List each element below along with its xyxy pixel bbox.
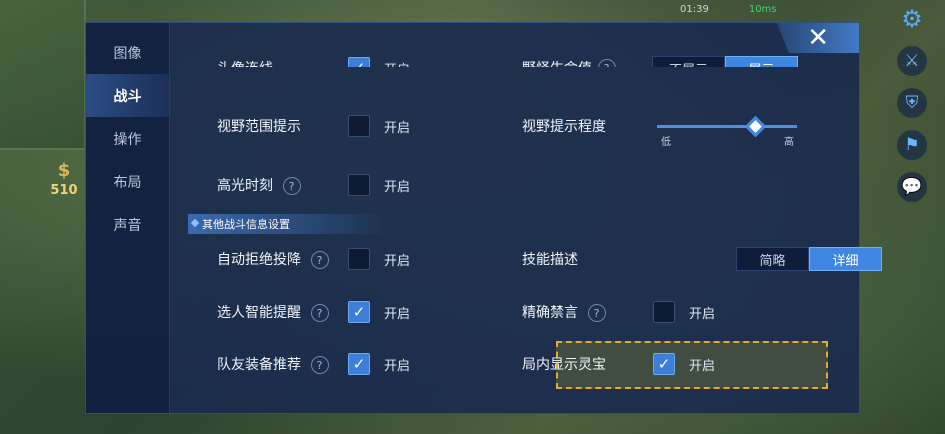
clock-time: 01:39 (680, 3, 709, 15)
gear-icon[interactable]: ⚙ (897, 4, 927, 34)
setting-vision-hint: 视野范围提示 开启 (217, 111, 410, 141)
vision-level-slider-thumb[interactable] (744, 115, 766, 138)
sword-icon[interactable]: ⚔ (897, 46, 927, 76)
slider-min-label: 低 (661, 137, 671, 148)
auto-reject-checkbox[interactable] (348, 248, 370, 270)
minimap[interactable] (0, 0, 86, 150)
precise-mute-checkbox[interactable] (653, 301, 675, 323)
setting-label: 高光时刻 ? (217, 173, 348, 199)
setting-label: 选人智能提醒 ? (217, 300, 348, 326)
help-icon[interactable]: ? (307, 352, 334, 378)
status-bar: 01:39 10ms (680, 2, 860, 16)
vision-level-slider-track[interactable] (657, 125, 797, 128)
settings-content: 头像连线 ✓ 开启 野怪生命值 ? 不展示 展示 视野范围提示 开启 视野提示程… (170, 23, 882, 413)
settings-tabs: 图像 战斗 操作 布局 声音 (86, 23, 170, 413)
setting-label: 自动拒绝投降 ? (217, 247, 348, 273)
check-icon: ✓ (657, 355, 671, 373)
setting-label: 头像连线 (217, 58, 348, 67)
option-hide[interactable]: 不展示 (652, 56, 725, 67)
checkbox-on-label: 开启 (384, 358, 411, 374)
help-icon[interactable]: ? (307, 300, 334, 326)
network-latency: 10ms (748, 3, 777, 15)
checkbox-on-label: 开启 (384, 59, 410, 68)
setting-label: 视野范围提示 (217, 119, 301, 135)
monster-health-toggle: 不展示 展示 (652, 56, 798, 67)
tab-layout[interactable]: 布局 (86, 160, 169, 203)
setting-precise-mute: 精确禁言 ? 开启 (522, 297, 715, 327)
setting-label-text: 队友装备推荐 (217, 356, 301, 373)
setting-auto-reject: 自动拒绝投降 ? 开启 (217, 244, 410, 274)
teammate-equipment-checkbox[interactable]: ✓ (348, 353, 370, 375)
option-brief[interactable]: 简略 (736, 247, 809, 271)
gold-counter: $ 510 (44, 160, 84, 198)
check-icon: ✓ (352, 355, 366, 373)
checkbox-on-label: 开启 (384, 120, 411, 136)
setting-smart-pick: 选人智能提醒 ? ✓ 开启 (217, 297, 410, 327)
setting-vision-level: 视野提示程度 (522, 111, 606, 141)
tab-sound[interactable]: 声音 (86, 203, 169, 246)
tab-battle[interactable]: 战斗 (86, 74, 169, 117)
option-show[interactable]: 展示 (725, 56, 798, 67)
setting-label: 野怪生命值 (522, 58, 592, 67)
setting-monster-health: 野怪生命值 ? (522, 53, 620, 67)
vision-hint-checkbox[interactable] (348, 115, 370, 137)
help-icon[interactable]: ? (279, 173, 306, 199)
setting-teammate-equipment: 队友装备推荐 ? ✓ 开启 (217, 349, 410, 379)
setting-label: 精确禁言 ? (522, 300, 653, 326)
flag-icon[interactable]: ⚑ (897, 130, 927, 160)
setting-label: 技能描述 (522, 252, 578, 268)
help-icon[interactable]: ? (307, 247, 334, 273)
gold-value: 510 (50, 183, 78, 198)
tab-image[interactable]: 图像 (86, 31, 169, 74)
skill-description-toggle: 简略 详细 (736, 247, 882, 271)
checkbox-on-label: 开启 (384, 179, 411, 195)
setting-label: 队友装备推荐 ? (217, 352, 348, 378)
setting-show-lingbao: 局内显示灵宝 ✓ 开启 (522, 349, 715, 379)
setting-label: 视野提示程度 (522, 119, 606, 135)
setting-label-text: 精确禁言 (522, 304, 578, 321)
chat-icon[interactable]: 💬 (897, 172, 927, 202)
shield-icon[interactable]: ⛨ (897, 88, 927, 118)
setting-avatar-link: 头像连线 ✓ 开启 (217, 53, 410, 67)
help-icon[interactable]: ? (594, 55, 620, 67)
check-icon: ✓ (353, 59, 366, 67)
scrolled-row-clip: 头像连线 ✓ 开启 野怪生命值 ? 不展示 展示 (170, 23, 859, 67)
option-detailed[interactable]: 详细 (809, 247, 882, 271)
right-hud: ⚙ ⚔ ⛨ ⚑ 💬 (889, 4, 935, 202)
smart-pick-checkbox[interactable]: ✓ (348, 301, 370, 323)
tab-controls[interactable]: 操作 (86, 117, 169, 160)
setting-label-text: 选人智能提醒 (217, 304, 301, 321)
setting-label: 局内显示灵宝 (522, 357, 606, 373)
settings-panel: 图像 战斗 操作 布局 声音 ✕ 头像连线 ✓ 开启 野怪生命值 ? 不展示 展… (85, 22, 882, 414)
show-lingbao-checkbox[interactable]: ✓ (653, 353, 675, 375)
section-header: 其他战斗信息设置 (188, 214, 388, 234)
setting-skill-description: 技能描述 (522, 244, 578, 274)
setting-label-text: 自动拒绝投降 (217, 251, 301, 268)
checkbox-on-label: 开启 (689, 358, 716, 374)
check-icon: ✓ (352, 303, 366, 321)
slider-max-label: 高 (784, 137, 794, 148)
highlight-moment-checkbox[interactable] (348, 174, 370, 196)
checkbox-on-label: 开启 (384, 253, 411, 269)
help-icon[interactable]: ? (584, 300, 611, 326)
setting-label-text: 高光时刻 (217, 177, 273, 194)
checkbox-on-label: 开启 (689, 306, 716, 322)
setting-highlight-moment: 高光时刻 ? 开启 (217, 170, 410, 200)
checkbox-on-label: 开启 (384, 306, 411, 322)
avatar-link-checkbox[interactable]: ✓ (348, 57, 370, 67)
money-bag-icon: $ (57, 160, 71, 181)
